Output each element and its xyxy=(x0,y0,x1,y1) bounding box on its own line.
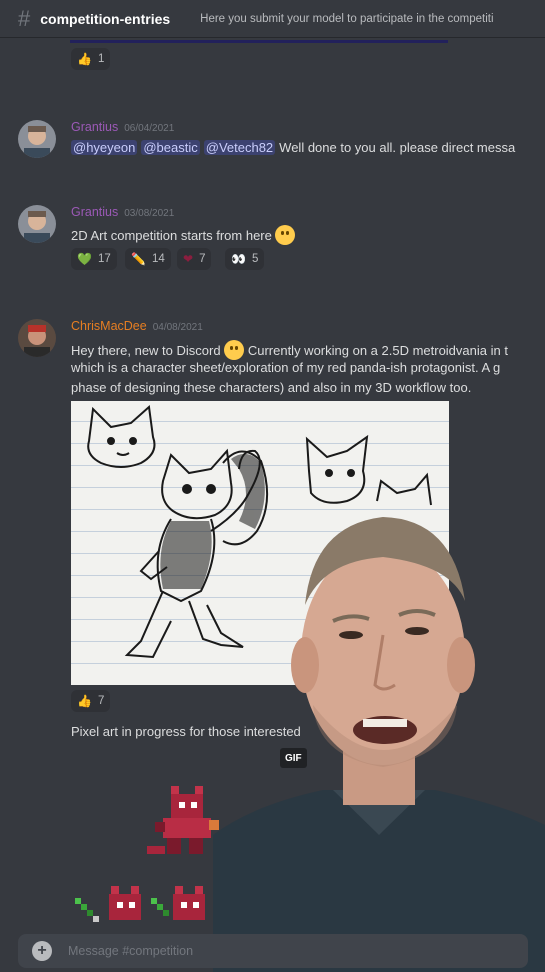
previous-message-image-edge xyxy=(70,40,448,43)
avatar[interactable] xyxy=(18,319,56,357)
avatar[interactable] xyxy=(18,120,56,158)
mention-vetech82[interactable]: @Vetech82 xyxy=(203,140,276,155)
timestamp: 04/08/2021 xyxy=(152,322,203,333)
channel-name[interactable]: competition-entries xyxy=(40,11,170,27)
author-line: ChrisMacDee 04/08/2021 xyxy=(71,319,203,333)
reaction-heart[interactable]: ❤ 7 xyxy=(177,248,212,270)
channel-topic[interactable]: Here you submit your model to participat… xyxy=(200,13,493,25)
reaction-green-heart[interactable]: 💚 17 xyxy=(71,248,117,270)
reaction-count: 5 xyxy=(251,253,259,265)
reaction-count: 7 xyxy=(97,695,105,707)
pencil-icon: ✏️ xyxy=(131,252,146,266)
thumbs-up-icon: 👍 xyxy=(77,52,92,66)
slight-smile-icon xyxy=(275,225,296,245)
mention-beastic[interactable]: @beastic xyxy=(141,140,200,155)
heart-icon: ❤ xyxy=(183,252,194,266)
author-name[interactable]: Grantius xyxy=(71,205,118,219)
author-name[interactable]: Grantius xyxy=(71,120,118,134)
slight-smile-icon xyxy=(224,340,245,360)
timestamp: 03/08/2021 xyxy=(124,208,175,219)
author-name[interactable]: ChrisMacDee xyxy=(71,319,147,333)
mention-hyeyeon[interactable]: @hyeyeon xyxy=(71,140,138,155)
reaction-pencil[interactable]: ✏️ 14 xyxy=(125,248,171,270)
message-text: Well done to you all. please direct mess… xyxy=(279,140,516,155)
eyes-icon: 👀 xyxy=(231,252,246,266)
webcam-overlay xyxy=(213,517,545,972)
channel-hash-icon: # xyxy=(18,5,31,31)
reaction-thumbs-up[interactable]: 👍 1 xyxy=(71,48,111,70)
message-content: 2D Art competition starts from here xyxy=(71,225,296,245)
message-line-2: which is a character sheet/exploration o… xyxy=(71,360,501,375)
message-text: Currently working on a 2.5D metroidvania… xyxy=(247,343,508,358)
reaction-count: 7 xyxy=(199,253,206,265)
reaction-count: 17 xyxy=(97,253,111,265)
avatar[interactable] xyxy=(18,205,56,243)
message-text: 2D Art competition starts from here xyxy=(71,228,272,243)
reaction-thumbs-up-image[interactable]: 👍 7 xyxy=(71,690,111,712)
message-line-1: Hey there, new to Discord Currently work… xyxy=(71,340,508,360)
pixel-art-gif[interactable] xyxy=(71,776,221,936)
message-content: @hyeyeon @beastic @Vetech82 Well done to yo… xyxy=(71,140,515,155)
message-composer: + xyxy=(18,934,528,968)
add-attachment-button[interactable]: + xyxy=(32,941,52,961)
message-line-3: phase of designing these characters) and… xyxy=(71,380,472,395)
thumbs-up-icon: 👍 xyxy=(77,694,92,708)
channel-header: # competition-entries Here you submit yo… xyxy=(0,0,545,38)
reaction-eyes[interactable]: 👀 5 xyxy=(225,248,265,270)
reaction-count: 14 xyxy=(151,253,165,265)
author-line: Grantius 06/04/2021 xyxy=(71,120,174,134)
green-heart-icon: 💚 xyxy=(77,252,92,266)
reaction-count: 1 xyxy=(97,53,105,65)
message-text: Hey there, new to Discord xyxy=(71,343,221,358)
author-line: Grantius 03/08/2021 xyxy=(71,205,174,219)
message-input[interactable] xyxy=(68,944,468,958)
timestamp: 06/04/2021 xyxy=(124,123,175,134)
